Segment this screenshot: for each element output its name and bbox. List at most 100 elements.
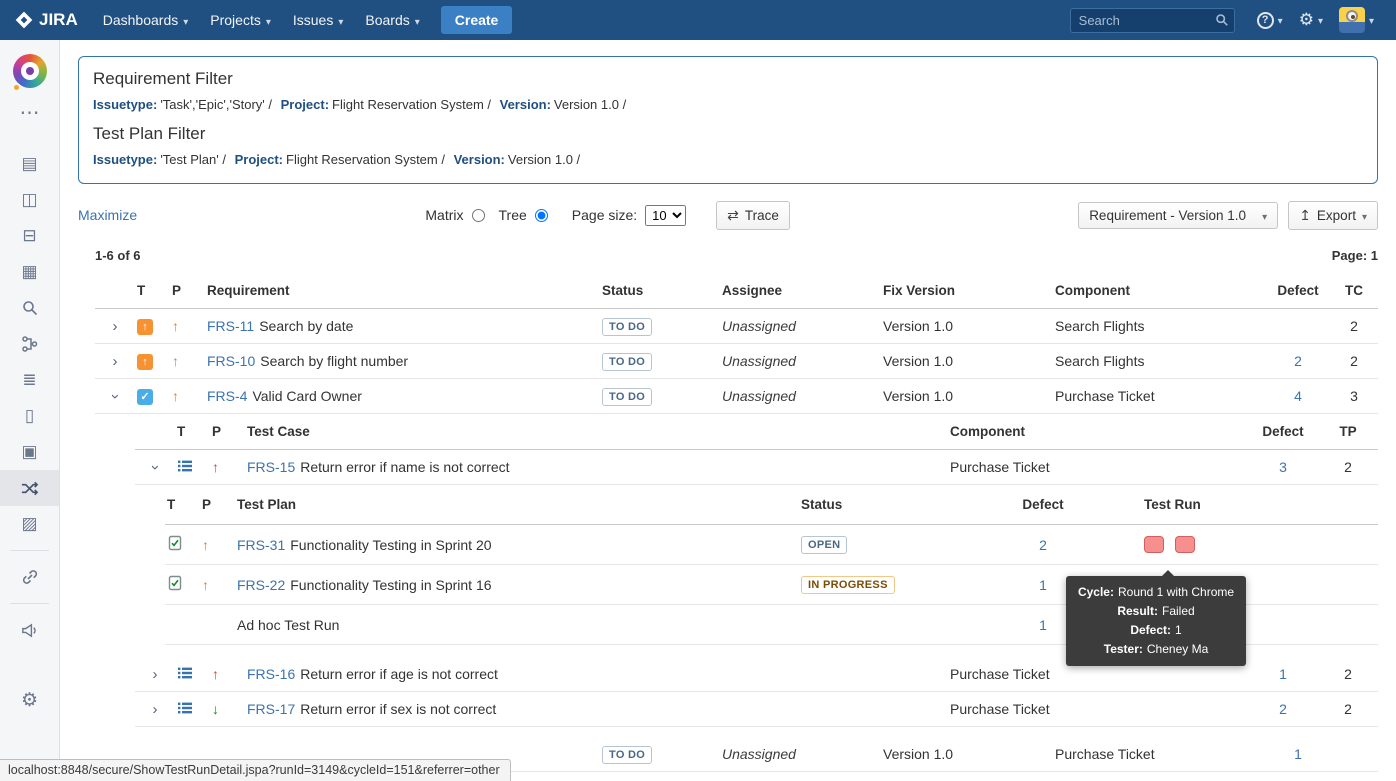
requirement-filter-criteria: Issuetype:'Task','Epic','Story' / Projec… — [93, 97, 1363, 112]
jira-logo[interactable]: JIRA — [10, 10, 92, 30]
nav-boards[interactable]: Boards — [354, 0, 430, 40]
priority-highest-icon — [212, 459, 219, 475]
defect-count-link[interactable]: 1 — [1039, 617, 1047, 633]
user-menu[interactable] — [1331, 0, 1382, 40]
expand-icon[interactable] — [113, 319, 118, 334]
issue-key-link[interactable]: FRS-10 — [207, 353, 255, 369]
adhoc-testrun-label: Ad hoc Test Run — [235, 617, 793, 633]
chevron-down-icon — [1262, 208, 1267, 223]
tc-count: 3 — [1330, 388, 1378, 404]
tooltip-value: Failed — [1162, 604, 1195, 618]
nav-issues[interactable]: Issues — [282, 0, 355, 40]
issue-key-link[interactable]: FRS-22 — [237, 577, 285, 593]
tooltip-label: Cycle: — [1078, 585, 1114, 599]
component: Purchase Ticket — [948, 459, 1248, 475]
defect-count-link[interactable]: 2 — [1294, 353, 1302, 369]
sidebar-item-announcements[interactable] — [0, 612, 59, 648]
sidebar-item-links[interactable] — [0, 559, 59, 595]
column-header-test-run: Test Run — [1078, 497, 1378, 512]
page-size-select[interactable]: 10 — [645, 205, 686, 226]
testplan-table-header: T P Test Plan Status Defect Test Run — [165, 485, 1378, 525]
sidebar-item-search[interactable] — [0, 290, 59, 326]
expand-icon[interactable] — [153, 667, 158, 682]
defect-count-link[interactable]: 4 — [1294, 388, 1302, 404]
requirement-row: FRS-4Valid Card Owner TO DO Unassigned V… — [95, 379, 1378, 414]
column-header-type: T — [165, 497, 200, 512]
sidebar-divider — [10, 550, 49, 551]
defect-count-link[interactable]: 1 — [1039, 577, 1047, 593]
component: Purchase Ticket — [948, 666, 1248, 682]
tree-label: Tree — [499, 207, 527, 223]
issue-key-link[interactable]: FRS-31 — [237, 537, 285, 553]
sidebar-more-icon[interactable] — [0, 94, 59, 130]
test-run-failed-icon[interactable] — [1175, 536, 1195, 553]
megaphone-icon — [20, 621, 39, 640]
search-icon[interactable] — [1215, 13, 1229, 27]
user-avatar — [1339, 7, 1365, 33]
defect-count-link[interactable]: 2 — [1039, 537, 1047, 553]
column-header-component: Component — [948, 424, 1248, 439]
tooltip-line: Cycle:Round 1 with Chrome — [1072, 583, 1240, 602]
issue-key-link[interactable]: FRS-17 — [247, 701, 295, 717]
export-dropdown[interactable]: Export — [1288, 201, 1378, 230]
sidebar-item-reports[interactable] — [0, 254, 59, 290]
expand-icon[interactable] — [113, 354, 118, 369]
priority-high-icon — [172, 353, 179, 369]
issue-summary: Valid Card Owner — [252, 388, 361, 404]
help-icon — [1257, 12, 1274, 29]
component: Purchase Ticket — [948, 701, 1248, 717]
matrix-label: Matrix — [425, 207, 463, 223]
test-run-failed-icon[interactable] — [1144, 536, 1164, 553]
requirement-version-dropdown[interactable]: Requirement - Version 1.0 — [1078, 202, 1278, 229]
project-avatar-badge — [12, 83, 21, 92]
issue-key-link[interactable]: FRS-11 — [207, 318, 254, 334]
assignee: Unassigned — [722, 318, 796, 334]
column-header-priority: P — [200, 497, 235, 512]
sidebar-item-attachments[interactable] — [0, 506, 59, 542]
issue-key-link[interactable]: FRS-15 — [247, 459, 295, 475]
column-header-priority: P — [170, 283, 205, 298]
defect-count-link[interactable]: 1 — [1294, 746, 1302, 762]
sidebar-item-test-suites[interactable] — [0, 218, 59, 254]
defect-count-link[interactable]: 1 — [1279, 666, 1287, 682]
tooltip-line: Result:Failed — [1072, 602, 1240, 621]
issue-key-link[interactable]: FRS-4 — [207, 388, 247, 404]
sidebar-item-boards[interactable] — [0, 182, 59, 218]
matrix-radio[interactable] — [472, 209, 485, 222]
nav-dashboards[interactable]: Dashboards — [92, 0, 200, 40]
result-range: 1-6 of 6 — [95, 248, 141, 263]
browser-status-bar: localhost:8848/secure/ShowTestRunDetail.… — [0, 759, 511, 781]
issue-summary: Return error if name is not correct — [300, 459, 509, 475]
maximize-link[interactable]: Maximize — [78, 207, 137, 223]
trace-button[interactable]: Trace — [716, 201, 790, 230]
link-icon — [21, 568, 39, 586]
priority-highest-icon — [212, 666, 219, 682]
column-header-fix-version: Fix Version — [880, 283, 1051, 298]
sidebar-item-test-runs[interactable] — [0, 434, 59, 470]
issue-key-link[interactable]: FRS-16 — [247, 666, 295, 682]
collapse-icon[interactable] — [148, 465, 163, 470]
admin-settings-menu[interactable] — [1291, 0, 1331, 40]
defect-count-link[interactable]: 3 — [1279, 459, 1287, 475]
tooltip-value: Cheney Ma — [1147, 642, 1208, 656]
help-menu[interactable] — [1249, 0, 1291, 40]
sidebar-item-test-cases[interactable] — [0, 362, 59, 398]
search-input[interactable] — [1070, 8, 1235, 33]
chevron-down-icon — [415, 12, 420, 28]
testplan-filter-criteria: Issuetype:'Test Plan' / Project:Flight R… — [93, 152, 1363, 167]
chevron-down-icon — [1278, 11, 1283, 29]
export-icon — [1299, 207, 1311, 224]
sidebar-item-traceability-matrix[interactable] — [0, 470, 59, 506]
create-button[interactable]: Create — [441, 6, 513, 34]
sidebar-item-requirements[interactable] — [0, 146, 59, 182]
project-avatar[interactable] — [0, 40, 59, 94]
test-run-tooltip: Cycle:Round 1 with Chrome Result:Failed … — [1066, 576, 1246, 666]
collapse-icon[interactable] — [108, 394, 123, 399]
sidebar-item-settings[interactable] — [0, 682, 59, 718]
tree-radio[interactable] — [535, 209, 548, 222]
expand-icon[interactable] — [153, 702, 158, 717]
nav-projects[interactable]: Projects — [199, 0, 282, 40]
sidebar-item-traceability-tree[interactable] — [0, 326, 59, 362]
sidebar-item-docs[interactable] — [0, 398, 59, 434]
defect-count-link[interactable]: 2 — [1279, 701, 1287, 717]
